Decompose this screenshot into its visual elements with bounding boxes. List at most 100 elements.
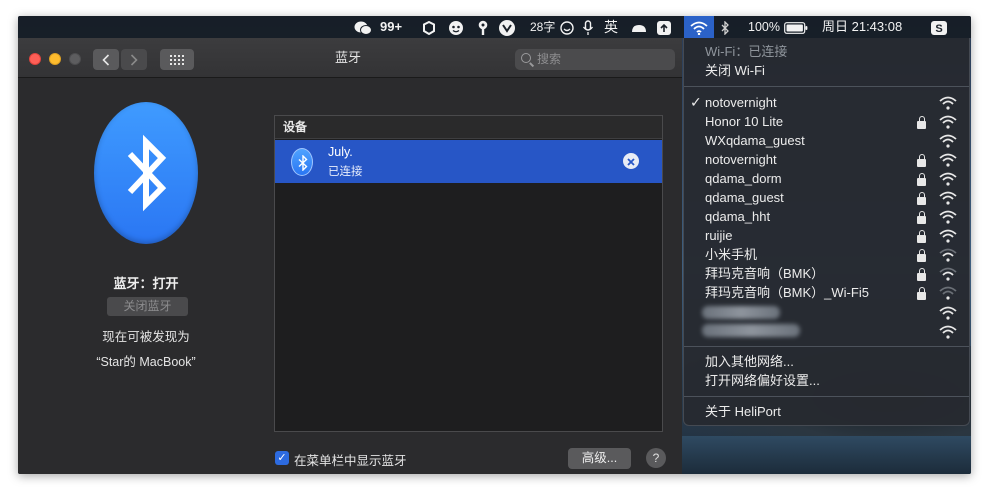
wechat-icon[interactable] (354, 16, 372, 38)
turn-off-wifi-item[interactable]: 关闭 Wi-Fi (705, 61, 765, 80)
zoom-window-button[interactable] (69, 53, 81, 65)
wifi-network-item[interactable]: ✓ notovernight (684, 93, 969, 112)
bluetooth-status: 蓝牙：打开 (113, 276, 179, 291)
app-icon[interactable] (498, 16, 516, 38)
remove-device-button[interactable] (623, 153, 639, 169)
help-button[interactable]: ? (646, 448, 666, 468)
wifi-network-item[interactable]: WXqdama_guest (684, 131, 969, 150)
wifi-signal-icon (939, 172, 957, 186)
lock-icon (917, 211, 926, 224)
wifi-network-name: qdama_dorm (705, 171, 782, 186)
join-other-network-item[interactable]: 加入其他网络... (705, 352, 794, 371)
menu-bar: 99+ 28字 英 100% 周日 21:43:08 S (18, 16, 971, 38)
close-window-button[interactable] (29, 53, 41, 65)
wifi-network-name: notovernight (705, 152, 777, 167)
lock-icon (917, 116, 926, 129)
device-row[interactable]: July. 已连接 (275, 140, 662, 183)
wifi-network-item[interactable]: qdama_dorm (684, 169, 969, 188)
wifi-network-name: qdama_hht (705, 209, 771, 224)
chevron-right-icon (130, 54, 138, 66)
wifi-network-name: 拜玛克音响（BMK） (705, 266, 825, 281)
search-placeholder: 搜索 (537, 52, 562, 66)
minimize-window-button[interactable] (49, 53, 61, 65)
wifi-signal-icon (939, 191, 957, 205)
menu-separator (684, 86, 969, 87)
device-status: 已连接 (328, 166, 363, 178)
wifi-network-item[interactable]: notovernight (684, 150, 969, 169)
wifi-network-item[interactable]: 小米手机 (684, 245, 969, 264)
wifi-network-name: qdama_guest (705, 190, 784, 205)
search-field[interactable]: 搜索 (515, 49, 675, 70)
battery-percent: 100% (748, 20, 780, 34)
wifi-status: Wi-Fi：已连接 (705, 44, 788, 59)
wifi-network-item[interactable]: Honor 10 Lite (684, 112, 969, 131)
wifi-network-item[interactable]: 拜玛克音响（BMK） (684, 264, 969, 283)
wifi-network-item[interactable]: ruijie (684, 226, 969, 245)
wifi-signal-icon (939, 267, 957, 281)
show-all-button[interactable] (160, 49, 194, 70)
wifi-signal-icon (939, 306, 957, 320)
s-app-icon[interactable]: S (930, 16, 948, 38)
wifi-network-item[interactable]: qdama_hht (684, 207, 969, 226)
about-heliport-item[interactable]: 关于 HeliPort (705, 402, 781, 421)
menu-separator (684, 396, 969, 397)
microphone-icon[interactable] (582, 16, 594, 38)
smiley-icon[interactable] (560, 16, 574, 38)
bluetooth-menu-icon[interactable] (720, 16, 730, 38)
bluetooth-device-icon (291, 148, 313, 176)
cloud-icon[interactable] (630, 16, 648, 38)
wifi-signal-icon (939, 229, 957, 243)
bluetooth-large-icon (94, 102, 198, 244)
hidden-network-blurred[interactable] (702, 324, 800, 337)
wifi-signal-icon (939, 210, 957, 224)
advanced-button[interactable]: 高级... (568, 448, 631, 469)
checkmark-icon: ✓ (690, 94, 702, 110)
menubar-clock[interactable]: 周日 21:43:08 (822, 16, 902, 38)
hidden-network-blurred[interactable] (702, 306, 780, 319)
wechat-badge: 99+ (380, 19, 403, 34)
turn-off-bluetooth-button[interactable]: 关闭蓝牙 (107, 297, 188, 316)
cloud-upload-icon[interactable] (656, 16, 672, 38)
lock-icon (917, 230, 926, 243)
svg-text:S: S (935, 23, 942, 35)
wifi-signal-icon (939, 248, 957, 262)
window-title: 蓝牙 (334, 50, 361, 65)
bluetooth-preferences-window: 蓝牙 搜索 蓝牙：打开 关闭蓝牙 现在可被发现为 “Star的 MacBook”… (18, 38, 682, 474)
lock-icon (917, 287, 926, 300)
lock-icon (917, 249, 926, 262)
device-list[interactable]: 设备 July. 已连接 (274, 115, 663, 432)
grid-icon (170, 55, 184, 66)
discoverable-label: 现在可被发现为 (102, 330, 190, 344)
temperature-label: 28字 (530, 20, 556, 34)
wifi-dropdown-menu: Wi-Fi：已连接 关闭 Wi-Fi 加入其他网络... 打开网络偏好设置...… (683, 38, 970, 426)
wifi-network-name: Honor 10 Lite (705, 114, 784, 129)
device-name: July. (328, 145, 353, 159)
wifi-network-name: ruijie (705, 228, 733, 243)
wifi-menu-icon[interactable] (684, 16, 714, 38)
battery-icon[interactable] (784, 16, 808, 38)
forward-button[interactable] (121, 49, 147, 70)
input-method-label[interactable]: 英 (604, 16, 618, 38)
wifi-network-name: 小米手机 (705, 247, 758, 262)
lock-icon (917, 173, 926, 186)
show-in-menubar-checkbox[interactable]: ✓ (275, 451, 289, 465)
wifi-network-name: WXqdama_guest (705, 133, 805, 148)
wifi-network-item[interactable]: 拜玛克音响（BMK）_Wi-Fi5 (684, 283, 969, 302)
lock-icon (917, 192, 926, 205)
desktop: 99+ 28字 英 100% 周日 21:43:08 S 蓝牙 搜索 蓝牙：打开… (18, 16, 971, 474)
wallpaper-sea (678, 436, 971, 474)
wifi-signal-icon (939, 325, 957, 339)
device-list-header: 设备 (275, 116, 662, 139)
wifi-signal-icon (939, 115, 957, 129)
wifi-signal-icon (939, 153, 957, 167)
wifi-signal-icon (939, 96, 957, 110)
show-in-menubar-label: 在菜单栏中显示蓝牙 (294, 454, 407, 468)
open-network-preferences-item[interactable]: 打开网络偏好设置... (705, 371, 820, 390)
key-icon[interactable] (476, 16, 490, 38)
wifi-network-item[interactable]: qdama_guest (684, 188, 969, 207)
face-icon[interactable] (448, 16, 464, 38)
close-icon (627, 158, 635, 166)
window-titlebar[interactable]: 蓝牙 搜索 (18, 38, 682, 78)
shield-icon[interactable] (422, 16, 436, 38)
back-button[interactable] (93, 49, 119, 70)
